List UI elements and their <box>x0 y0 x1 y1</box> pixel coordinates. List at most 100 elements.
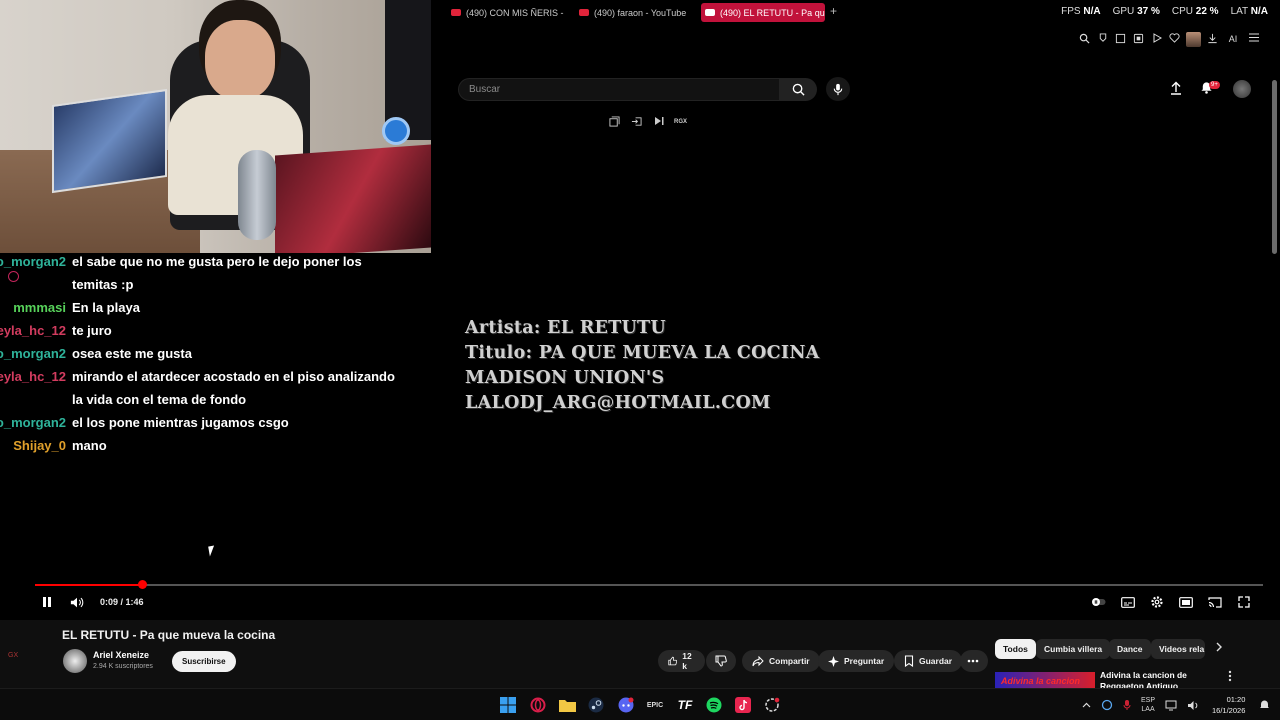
chat-text: el sabe que no me gusta pero le dejo pon… <box>72 254 362 292</box>
ai-button[interactable]: AI <box>1224 33 1242 46</box>
chat-message: o_morgan2 el los pone mientras jugamos cs… <box>0 411 431 434</box>
chat-message: o_morgan2 el sabe que no me gusta pero le… <box>0 250 431 296</box>
browser-tab-active[interactable]: (490) EL RETUTU - Pa qu <box>701 3 825 22</box>
like-button[interactable]: 12 k <box>658 650 705 672</box>
channel-subscribers: 2.94 K suscriptores <box>93 663 153 670</box>
chatgpt-icon[interactable] <box>763 696 781 714</box>
system-clock[interactable]: 01:20 16/1/2026 <box>1212 694 1245 716</box>
subscribe-button[interactable]: Suscribirse <box>172 651 236 672</box>
profile-avatar[interactable] <box>1186 31 1201 47</box>
tf-app-icon[interactable]: TF <box>676 696 694 714</box>
like-count: 12 k <box>682 651 692 671</box>
chat-username[interactable]: mmmasi <box>0 296 66 319</box>
recommended-more-icon[interactable] <box>1228 670 1232 685</box>
zoom-icon[interactable] <box>1078 33 1091 46</box>
miniplayer-icon <box>1179 596 1193 608</box>
chip-videos-relacionados[interactable]: Videos rela <box>1151 639 1205 659</box>
volume-button[interactable] <box>70 595 84 609</box>
chat-message: eyla_hc_12 mirando el atardecer acostado … <box>0 365 431 411</box>
voice-search-button[interactable] <box>826 77 850 101</box>
gear-icon <box>1151 596 1163 608</box>
speaker-icon[interactable] <box>1187 700 1200 711</box>
steam-icon[interactable] <box>587 696 605 714</box>
progress-scrubber[interactable] <box>137 580 147 589</box>
stream-chat: o_morgan2 el sabe que no me gusta pero le… <box>0 250 431 457</box>
ask-button[interactable]: Preguntar <box>818 650 895 672</box>
fullscreen-button[interactable] <box>1237 595 1251 609</box>
ask-label: Preguntar <box>844 656 885 666</box>
spotify-icon[interactable] <box>705 696 723 714</box>
logo-icon <box>382 117 410 145</box>
search-button[interactable] <box>780 78 817 101</box>
chat-username[interactable]: eyla_hc_12 <box>0 319 66 342</box>
settings-button[interactable] <box>1150 595 1164 609</box>
chevron-right-icon[interactable] <box>1215 641 1223 655</box>
overlay-line: Titulo: PA QUE MUEVA LA COCINA <box>465 343 820 363</box>
chat-username[interactable]: eyla_hc_12 <box>0 365 66 411</box>
tiktok-icon[interactable] <box>734 696 752 714</box>
epic-games-icon[interactable]: EPIC <box>646 696 664 714</box>
time-display: 0:09 / 1:46 <box>100 597 144 607</box>
skip-next-icon[interactable] <box>652 116 665 129</box>
upload-icon <box>1171 81 1181 95</box>
new-tab-button[interactable]: + <box>830 4 837 18</box>
microphone <box>238 150 276 240</box>
chat-username[interactable]: o_morgan2 <box>0 250 66 296</box>
download-icon[interactable] <box>1206 33 1219 46</box>
share-button[interactable]: Compartir <box>742 650 820 672</box>
search-input[interactable]: Buscar <box>458 78 780 101</box>
chip-todos[interactable]: Todos <box>995 639 1036 659</box>
miniplayer-button[interactable] <box>1179 595 1193 609</box>
heart-icon[interactable] <box>1168 32 1181 46</box>
microphone-icon[interactable] <box>1123 699 1131 711</box>
menu-icon[interactable] <box>1247 33 1260 46</box>
file-explorer-icon[interactable] <box>558 696 576 714</box>
chevron-up-icon[interactable] <box>1082 702 1091 708</box>
account-avatar[interactable] <box>1233 80 1251 98</box>
subtitles-button[interactable] <box>1121 595 1135 609</box>
cast-button[interactable] <box>1208 595 1222 609</box>
channel-name[interactable]: Ariel Xeneize <box>93 650 149 660</box>
opera-gx-icon[interactable] <box>529 696 547 714</box>
pin-icon[interactable] <box>1096 32 1109 46</box>
youtube-header: Buscar 9+ <box>431 65 1280 105</box>
channel-avatar[interactable] <box>63 649 87 673</box>
pause-button[interactable] <box>40 595 54 609</box>
chat-text: mano <box>72 438 107 453</box>
upload-button[interactable] <box>1170 81 1182 100</box>
notification-center-icon[interactable] <box>1255 696 1273 714</box>
chip-dance[interactable]: Dance <box>1109 639 1151 659</box>
player-controls-left: 0:09 / 1:46 <box>40 595 144 609</box>
screen: o_morgan2 el sabe que no me gusta pero le… <box>0 0 1280 720</box>
dislike-button[interactable] <box>706 650 736 672</box>
wall-poster <box>52 88 167 194</box>
browser-tab[interactable]: (490) faraon - YouTube <box>575 3 693 22</box>
play-icon[interactable] <box>1150 32 1163 46</box>
copy-icon[interactable] <box>608 116 621 129</box>
more-actions-button[interactable] <box>960 650 988 672</box>
webcam-feed <box>0 0 431 253</box>
browser-tab[interactable]: (490) CON MIS ÑERIS - El <box>447 3 565 22</box>
chat-text: el los pone mientras jugamos csgo <box>72 415 289 430</box>
pause-icon <box>43 597 51 607</box>
snapshot-icon[interactable] <box>1114 33 1127 46</box>
chip-cumbia-villera[interactable]: Cumbia villera <box>1036 639 1111 659</box>
save-button[interactable]: Guardar <box>894 650 963 672</box>
chat-username[interactable]: o_morgan2 <box>0 342 66 365</box>
video-progress-bar[interactable] <box>35 580 1263 589</box>
sync-icon[interactable] <box>1101 699 1113 711</box>
windows-start-icon[interactable] <box>499 696 517 714</box>
shield-icon[interactable] <box>1132 33 1145 46</box>
network-icon[interactable] <box>1165 700 1177 711</box>
discord-icon[interactable] <box>617 696 635 714</box>
language-indicator[interactable]: ESP LAA <box>1141 696 1155 714</box>
autoplay-icon <box>1092 598 1106 606</box>
browser-tab-bar: (490) CON MIS ÑERIS - El (490) faraon - … <box>431 0 1280 26</box>
rgx-button[interactable]: RGX <box>674 116 687 129</box>
chat-username[interactable]: o_morgan2 <box>0 411 66 434</box>
autoplay-toggle[interactable] <box>1092 595 1106 609</box>
chat-username[interactable]: Shijay_0 <box>0 434 66 457</box>
tab-label: (490) CON MIS ÑERIS - El <box>466 7 565 18</box>
login-icon[interactable] <box>630 116 643 129</box>
page-scrollbar[interactable] <box>1272 80 1277 254</box>
